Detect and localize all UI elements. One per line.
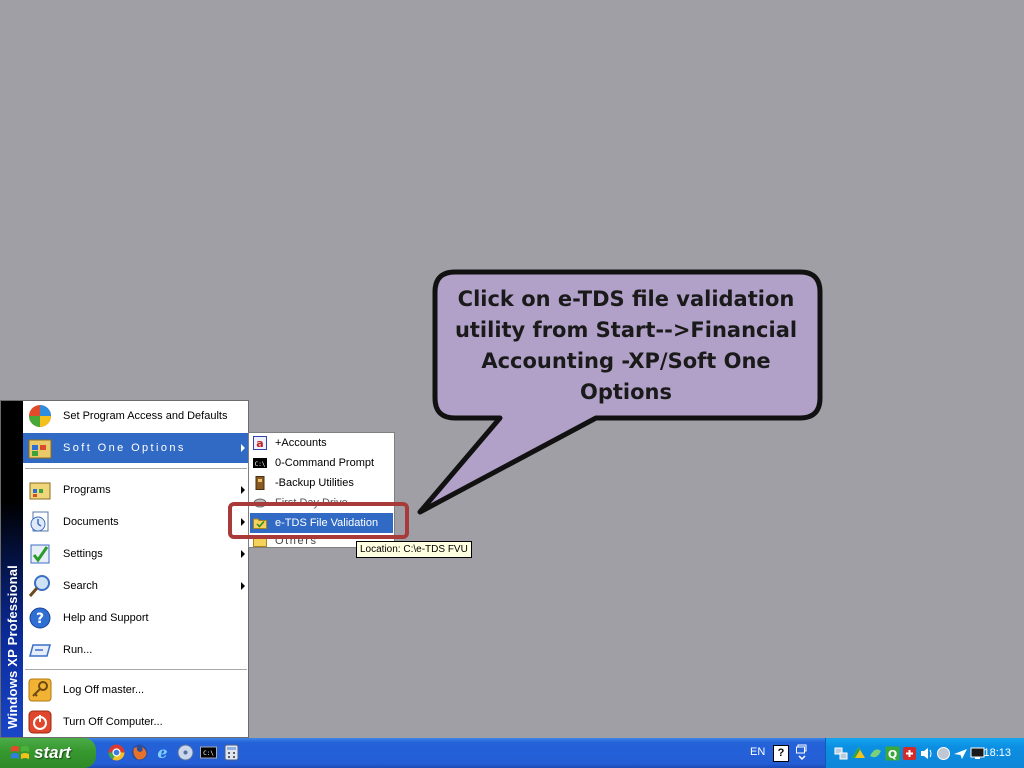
windows-logo-icon — [10, 744, 30, 762]
submenu-item-label: +Accounts — [275, 437, 327, 449]
submenu-item-label: -Backup Utilities — [275, 477, 354, 489]
q-icon[interactable]: Q — [885, 746, 900, 761]
menu-item-label: Programs — [63, 484, 111, 496]
firefox-icon[interactable] — [131, 744, 148, 761]
menu-item-log-off[interactable]: Log Off master... — [23, 675, 248, 705]
chrome-icon[interactable] — [108, 744, 125, 761]
svg-text:a: a — [256, 437, 263, 450]
highlight-frame — [228, 502, 409, 539]
submenu-item-accounts[interactable]: a +Accounts — [250, 433, 393, 453]
program-access-icon — [27, 403, 53, 429]
menu-item-label: Turn Off Computer... — [63, 716, 163, 728]
menu-item-label: Settings — [63, 548, 103, 560]
svg-text:e: e — [157, 744, 167, 761]
help-icon: ? — [27, 605, 53, 631]
menu-divider — [25, 468, 247, 469]
submenu-item-backup-utilities[interactable]: -Backup Utilities — [250, 473, 393, 493]
start-button[interactable]: start — [0, 738, 96, 768]
power-icon — [27, 709, 53, 735]
soft-one-options-icon — [27, 435, 53, 461]
plane-icon[interactable] — [953, 746, 968, 761]
menu-item-label: Help and Support — [63, 612, 149, 624]
cmd-icon[interactable]: C:\ — [200, 744, 217, 761]
menu-item-documents[interactable]: Documents — [23, 507, 248, 537]
location-tooltip: Location: C:\e-TDS FVU — [356, 541, 472, 558]
search-icon — [27, 573, 53, 599]
menu-item-programs[interactable]: Programs — [23, 475, 248, 505]
svg-text:C:\: C:\ — [255, 461, 266, 468]
start-menu: Windows XP Professional Set Program Acce… — [0, 400, 249, 738]
taskbar: start e C:\ EN ? Q 18:13 — [0, 738, 1024, 768]
documents-icon — [27, 509, 53, 535]
accounts-icon: a — [253, 436, 267, 450]
submenu-arrow-icon — [241, 444, 245, 452]
svg-text:?: ? — [36, 611, 44, 627]
menu-item-help-and-support[interactable]: ? Help and Support — [23, 603, 248, 633]
menu-item-search[interactable]: Search — [23, 571, 248, 601]
system-tray: Q 18:13 — [825, 738, 1024, 768]
side-banner-text: Windows XP Professional — [5, 565, 20, 729]
network-icon[interactable] — [834, 746, 849, 761]
menu-item-soft-one-options[interactable]: Soft One Options — [23, 433, 248, 463]
side-banner: Windows XP Professional — [1, 401, 23, 737]
menu-item-label: Search — [63, 580, 98, 592]
svg-text:C:\: C:\ — [203, 750, 214, 757]
submenu-item-command-prompt[interactable]: C:\ 0-Command Prompt — [250, 453, 393, 473]
run-icon — [27, 637, 53, 663]
security-icon[interactable] — [936, 746, 951, 761]
menu-item-program-access[interactable]: Set Program Access and Defaults — [23, 401, 248, 431]
menu-item-settings[interactable]: Settings — [23, 539, 248, 569]
key-icon — [27, 677, 53, 703]
drive-sync-icon[interactable] — [851, 746, 866, 761]
menu-item-label: Run... — [63, 644, 93, 656]
volume-icon[interactable] — [919, 746, 934, 761]
clock[interactable]: 18:13 — [983, 747, 1011, 759]
submenu-arrow-icon — [241, 486, 245, 494]
disk-icon[interactable] — [177, 744, 194, 761]
calculator-icon[interactable] — [223, 744, 240, 761]
menu-item-label: Documents — [63, 516, 119, 528]
start-label: start — [34, 743, 71, 762]
menu-item-label: Soft One Options — [63, 442, 186, 454]
menu-item-label: Log Off master... — [63, 684, 145, 696]
quick-launch-bar: e C:\ — [108, 744, 240, 761]
menu-item-label: Set Program Access and Defaults — [63, 410, 228, 422]
svg-text:Q: Q — [888, 748, 897, 761]
submenu-item-label: 0-Command Prompt — [275, 457, 375, 469]
programs-icon — [27, 477, 53, 503]
ie-icon[interactable]: e — [154, 744, 171, 761]
backup-icon — [253, 476, 267, 490]
submenu-arrow-icon — [241, 582, 245, 590]
antivirus-icon[interactable] — [902, 746, 917, 761]
language-indicator[interactable]: EN — [750, 746, 765, 758]
help-tray-icon[interactable]: ? — [773, 745, 789, 762]
restore-icon[interactable] — [796, 744, 808, 762]
menu-item-run[interactable]: Run... — [23, 635, 248, 665]
settings-icon — [27, 541, 53, 567]
submenu-arrow-icon — [241, 550, 245, 558]
menu-divider — [25, 669, 247, 670]
command-prompt-icon: C:\ — [253, 456, 267, 470]
green-tray-icon[interactable] — [868, 746, 883, 761]
callout-text: Click on e-TDS file validation utility f… — [454, 287, 798, 404]
menu-item-turn-off[interactable]: Turn Off Computer... — [23, 707, 248, 737]
